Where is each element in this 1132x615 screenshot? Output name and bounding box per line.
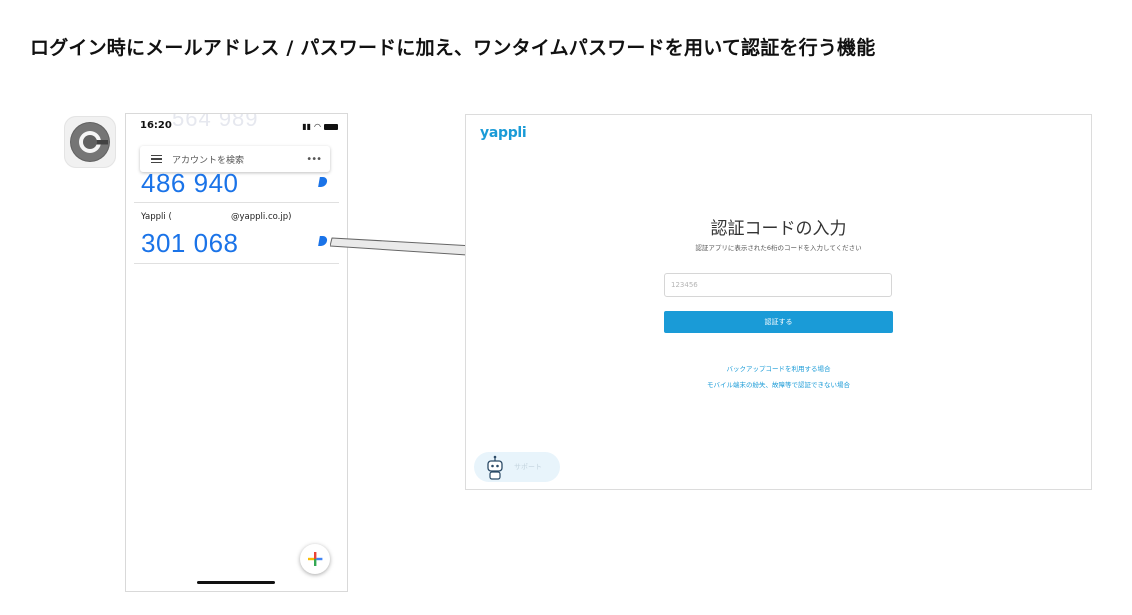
phone-screen: 564 989 16:20 ▮▮ ◠ アカウントを検索 ••• 486 940 … [125,113,348,592]
verify-button[interactable]: 認証する [664,311,893,333]
more-icon[interactable]: ••• [306,154,322,165]
wifi-icon: ◠ [314,122,321,131]
status-icons: ▮▮ ◠ [302,122,338,131]
support-robot-icon [487,455,503,480]
account-name: Yappli ( [141,212,172,222]
battery-icon [324,123,338,130]
otp-code-2[interactable]: 301 068 [141,228,238,259]
page-title: 認証コードの入力 [710,219,847,239]
page-headline: ログイン時にメールアドレス / パスワードに加え、ワンタイムパスワードを用いて認… [30,37,876,59]
ghost-code: 564 989 [172,113,259,131]
backup-code-link[interactable]: バックアップコードを利用する場合 [466,363,1091,373]
timer-icon [318,177,328,187]
support-label[interactable]: サポート [514,462,542,472]
lost-device-link[interactable]: モバイル端末の紛失、故障等で認証できない場合 [466,379,1091,389]
support-button[interactable]: サポート [474,452,560,482]
google-authenticator-icon [64,116,116,168]
plus-icon [308,552,323,566]
signal-icon: ▮▮ [302,122,312,131]
yappli-logo: yappli [480,125,527,141]
web-login-panel: yappli 認証コードの入力 認証アプリに表示された6桁のコードを入力してくだ… [465,114,1092,490]
timer-icon [318,236,328,246]
otp-code-input[interactable] [664,273,892,297]
status-time: 16:20 [140,120,172,131]
page-subtitle: 認証アプリに表示された6桁のコードを入力してください [695,244,862,252]
home-indicator [197,581,275,584]
account-email: @yappli.co.jp) [231,212,292,222]
menu-icon[interactable] [151,153,162,166]
row-divider [134,263,339,264]
otp-code-1[interactable]: 486 940 [141,168,238,199]
add-account-button[interactable] [300,544,330,574]
search-placeholder[interactable]: アカウントを検索 [172,153,306,166]
row-divider [134,202,339,203]
